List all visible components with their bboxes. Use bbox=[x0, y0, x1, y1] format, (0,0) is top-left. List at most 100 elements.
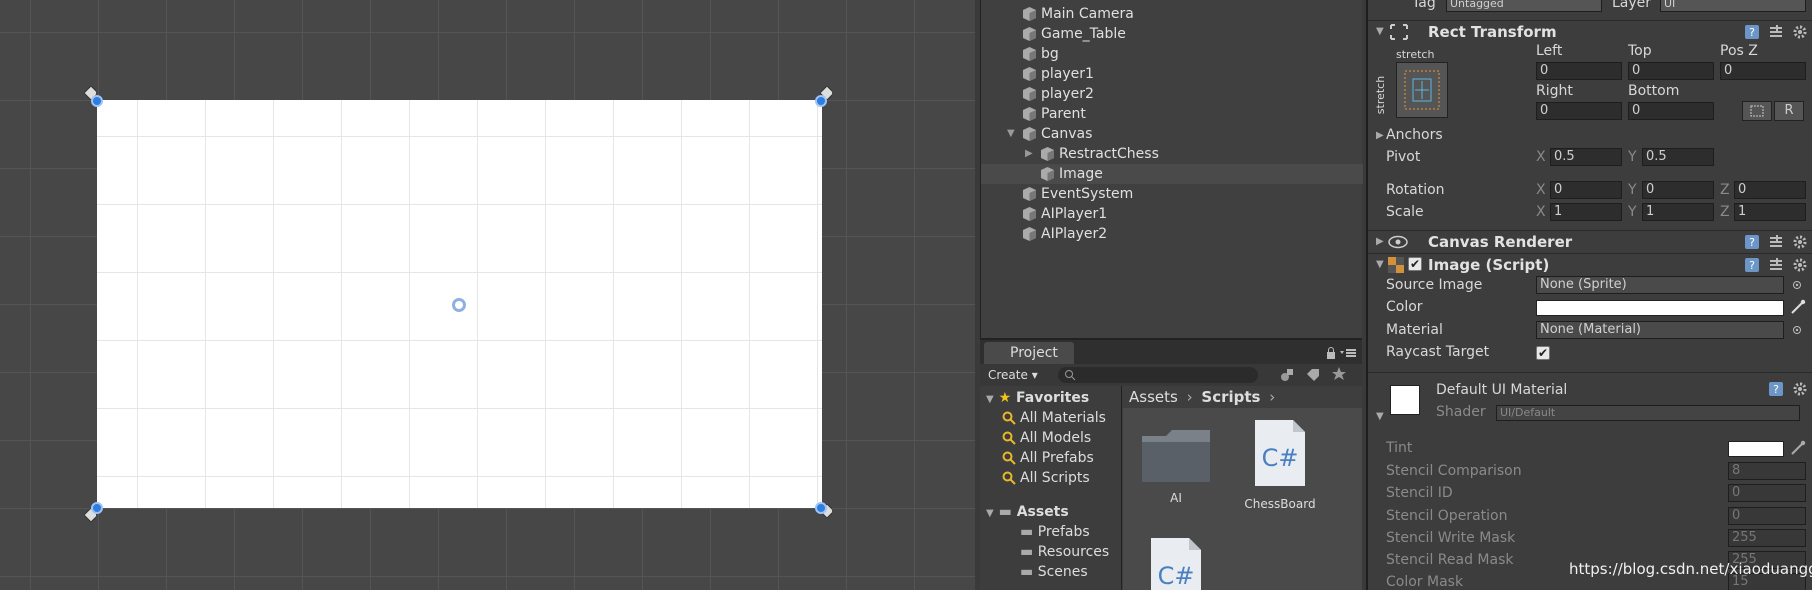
tint-swatch[interactable] bbox=[1728, 441, 1784, 457]
hierarchy-item[interactable]: Main Camera bbox=[981, 4, 1363, 24]
hierarchy-item[interactable]: ▶ RestractChess bbox=[981, 144, 1363, 164]
fold-expanded-icon[interactable]: ▼ bbox=[986, 508, 994, 519]
posz-field[interactable]: 0 bbox=[1720, 62, 1806, 80]
rotation-y-field[interactable]: 0 bbox=[1642, 181, 1714, 199]
fold-collapsed-icon[interactable]: ▶ bbox=[1376, 236, 1384, 247]
search-icon bbox=[1002, 451, 1016, 465]
right-field[interactable]: 0 bbox=[1536, 102, 1622, 120]
file-item[interactable]: C# ChessBoard bbox=[1235, 418, 1325, 511]
panel-menu-icon[interactable] bbox=[1340, 348, 1356, 358]
blueprint-mode-button[interactable] bbox=[1742, 101, 1772, 121]
anchors-label[interactable]: Anchors bbox=[1386, 126, 1443, 144]
pivot-y-field[interactable]: 0.5 bbox=[1642, 148, 1714, 166]
search-input[interactable] bbox=[1058, 367, 1258, 383]
filter-by-label-icon[interactable] bbox=[1306, 368, 1320, 382]
handle-top-right[interactable] bbox=[815, 95, 827, 107]
stencil-write-mask-field[interactable]: 255 bbox=[1728, 529, 1806, 547]
fold-expanded-icon[interactable]: ▼ bbox=[1376, 259, 1384, 270]
file-item[interactable]: C# bbox=[1131, 536, 1221, 590]
fold-expanded-icon[interactable]: ▼ bbox=[1376, 411, 1384, 422]
favorite-item[interactable]: All Prefabs bbox=[1002, 448, 1094, 468]
hierarchy-item[interactable]: player2 bbox=[981, 84, 1363, 104]
handle-bottom-right[interactable] bbox=[815, 502, 827, 514]
hierarchy-item[interactable]: ▼ Canvas bbox=[981, 124, 1363, 144]
create-button[interactable]: Create ▾ bbox=[988, 367, 1038, 383]
preset-icon[interactable] bbox=[1768, 234, 1784, 250]
hierarchy-item[interactable]: AIPlayer1 bbox=[981, 204, 1363, 224]
favorite-item[interactable]: All Models bbox=[1002, 428, 1091, 448]
rotation-x-field[interactable]: 0 bbox=[1550, 181, 1622, 199]
hierarchy-item[interactable]: bg bbox=[981, 44, 1363, 64]
breadcrumb-root[interactable]: Assets bbox=[1129, 388, 1178, 406]
fold-expanded-icon[interactable]: ▼ bbox=[1376, 26, 1384, 37]
help-icon[interactable]: ? bbox=[1744, 24, 1760, 40]
gear-icon[interactable] bbox=[1792, 234, 1808, 250]
preset-icon[interactable] bbox=[1768, 24, 1784, 40]
stencil-operation-field[interactable]: 0 bbox=[1728, 507, 1806, 525]
canvas-renderer-header[interactable]: ▶ Canvas Renderer ? bbox=[1368, 230, 1812, 252]
scale-y-field[interactable]: 1 bbox=[1642, 203, 1714, 221]
hierarchy-item[interactable]: player1 bbox=[981, 64, 1363, 84]
scale-x-field[interactable]: 1 bbox=[1550, 203, 1622, 221]
raw-edit-button[interactable]: R bbox=[1774, 101, 1804, 121]
asset-folder-item[interactable]: ▬ Prefabs bbox=[1020, 522, 1090, 542]
fold-collapsed-icon[interactable]: ▶ bbox=[1025, 144, 1033, 164]
rotation-z-field[interactable]: 0 bbox=[1734, 181, 1806, 199]
help-icon[interactable]: ? bbox=[1744, 257, 1760, 273]
handle-bottom-left[interactable] bbox=[91, 502, 103, 514]
favorite-star-icon[interactable] bbox=[1332, 367, 1346, 381]
component-enabled-checkbox[interactable]: ✔ bbox=[1408, 257, 1422, 271]
handle-top-left[interactable] bbox=[91, 95, 103, 107]
pivot-x-field[interactable]: 0.5 bbox=[1550, 148, 1622, 166]
filter-by-type-icon[interactable] bbox=[1280, 368, 1294, 382]
asset-folder-item[interactable]: ▬ Scenes bbox=[1020, 562, 1088, 582]
hierarchy-item[interactable]: Game_Table bbox=[981, 24, 1363, 44]
gear-icon[interactable] bbox=[1792, 381, 1808, 397]
fold-collapsed-icon[interactable]: ▶ bbox=[1376, 130, 1384, 141]
gear-icon[interactable] bbox=[1792, 24, 1808, 40]
scene-view[interactable] bbox=[0, 0, 975, 590]
gear-icon[interactable] bbox=[1792, 257, 1808, 273]
image-script-header[interactable]: ▼ ✔ Image (Script) ? bbox=[1368, 253, 1812, 275]
stencil-comparison-field[interactable]: 8 bbox=[1728, 462, 1806, 480]
object-picker-icon[interactable] bbox=[1792, 325, 1802, 335]
hierarchy-item[interactable]: AIPlayer2 bbox=[981, 224, 1363, 244]
tab-project[interactable]: Project bbox=[984, 342, 1074, 364]
hierarchy-item[interactable]: EventSystem bbox=[981, 184, 1363, 204]
fold-expanded-icon[interactable]: ▼ bbox=[1007, 124, 1015, 144]
eyedropper-icon[interactable] bbox=[1790, 299, 1806, 315]
lock-icon[interactable] bbox=[1326, 347, 1336, 359]
rect-transform-header[interactable]: ▼ Rect Transform ? bbox=[1368, 20, 1812, 42]
asset-folder-item[interactable]: ▬ Resources bbox=[1020, 542, 1109, 562]
breadcrumb-current[interactable]: Scripts bbox=[1201, 388, 1260, 406]
help-icon[interactable]: ? bbox=[1744, 234, 1760, 250]
shader-dropdown[interactable]: UI/Default bbox=[1496, 405, 1800, 421]
hierarchy-item-selected[interactable]: Image bbox=[981, 164, 1363, 184]
anchor-preset-button[interactable] bbox=[1396, 62, 1448, 118]
preset-icon[interactable] bbox=[1768, 257, 1784, 273]
pivot-y-label: Y bbox=[1628, 149, 1637, 165]
stencil-id-field[interactable]: 0 bbox=[1728, 484, 1806, 502]
bottom-field[interactable]: 0 bbox=[1628, 102, 1714, 120]
left-field[interactable]: 0 bbox=[1536, 62, 1622, 80]
layer-dropdown[interactable]: UI bbox=[1660, 0, 1806, 12]
material-field[interactable]: None (Material) bbox=[1536, 321, 1784, 339]
raycast-target-checkbox[interactable]: ✔ bbox=[1536, 346, 1550, 360]
color-swatch[interactable] bbox=[1536, 300, 1784, 316]
color-mask-label: Color Mask bbox=[1386, 574, 1464, 590]
eyedropper-icon[interactable] bbox=[1790, 440, 1806, 456]
tag-dropdown[interactable]: Untagged bbox=[1446, 0, 1602, 12]
file-item[interactable]: AI bbox=[1131, 426, 1221, 505]
hierarchy-item[interactable]: Parent bbox=[981, 104, 1363, 124]
assets-header[interactable]: ▼ ▬ Assets bbox=[986, 502, 1069, 522]
top-field[interactable]: 0 bbox=[1628, 62, 1714, 80]
favorites-header[interactable]: ▼ ★ Favorites bbox=[986, 388, 1089, 408]
source-image-field[interactable]: None (Sprite) bbox=[1536, 276, 1784, 294]
scale-z-field[interactable]: 1 bbox=[1734, 203, 1806, 221]
object-picker-icon[interactable] bbox=[1792, 280, 1802, 290]
fold-expanded-icon[interactable]: ▼ bbox=[986, 394, 994, 405]
help-icon[interactable]: ? bbox=[1768, 381, 1784, 397]
favorite-item[interactable]: All Scripts bbox=[1002, 468, 1090, 488]
favorite-item[interactable]: All Materials bbox=[1002, 408, 1106, 428]
pivot-handle[interactable] bbox=[452, 298, 466, 312]
